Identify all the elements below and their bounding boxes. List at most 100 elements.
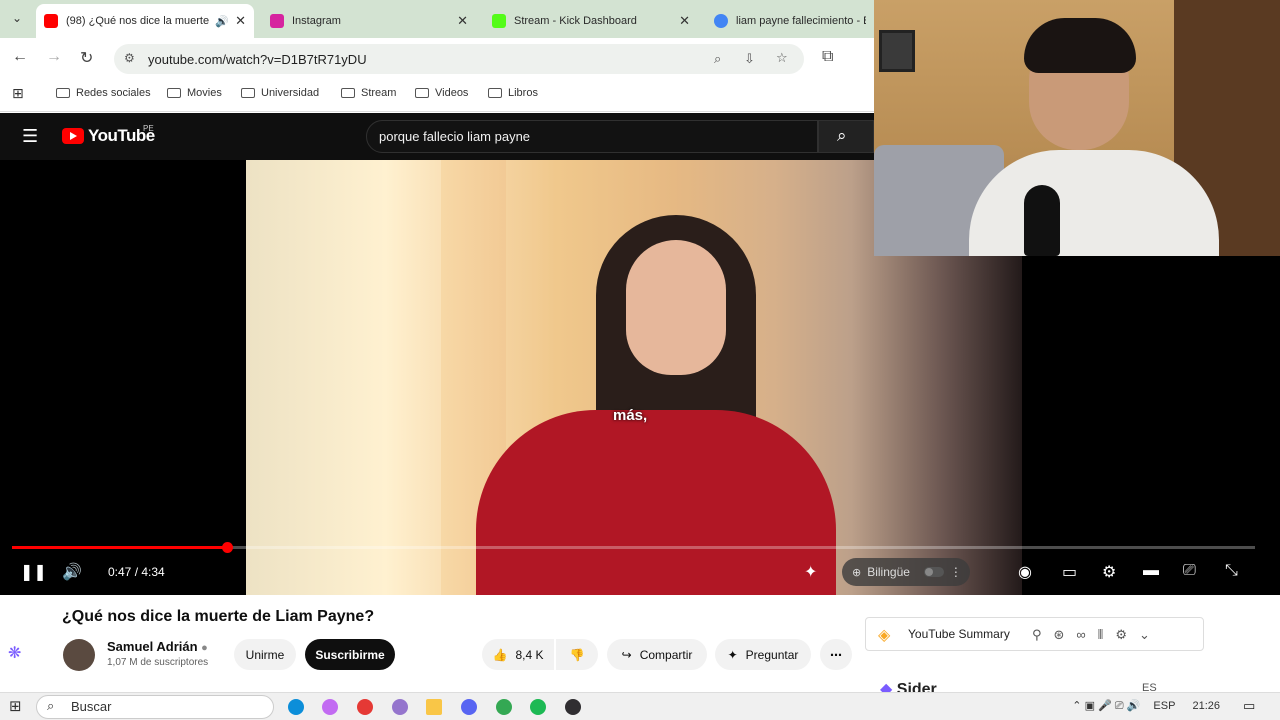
theater-icon[interactable]: ▬ xyxy=(1143,562,1159,580)
progress-scrubber[interactable] xyxy=(222,542,234,553)
subscribe-button[interactable]: Suscribirme xyxy=(305,639,395,670)
thumbs-up-icon: 👍 xyxy=(492,647,508,662)
tray-icons[interactable]: ⌃ ▣ 🎤 ⎚ 🔊 xyxy=(1072,700,1140,712)
close-tab-icon[interactable]: ✕ xyxy=(235,13,246,29)
video-title: ¿Qué nos dice la muerte de Liam Payne? xyxy=(62,608,375,625)
forward-icon[interactable]: → xyxy=(46,48,62,66)
edge-icon[interactable] xyxy=(288,699,304,715)
volume-icon[interactable]: 🔊 xyxy=(62,562,82,582)
tab-title: liam payne fallecimiento - B xyxy=(736,15,866,27)
copilot-icon[interactable] xyxy=(322,699,338,715)
tab-kick[interactable]: Stream - Kick Dashboard ✕ xyxy=(484,4,698,38)
bookmark-label: Movies xyxy=(187,87,222,99)
back-icon[interactable]: ← xyxy=(12,48,28,66)
bookmark-libros[interactable]: Libros xyxy=(488,87,538,99)
share-button[interactable]: ↪ Compartir xyxy=(607,639,707,670)
progress-bar[interactable] xyxy=(12,542,1255,553)
summary-tools-icons[interactable]: ⚲⊛∞⦀⚙⌄ xyxy=(1032,627,1162,643)
close-tab-icon[interactable]: ✕ xyxy=(457,13,468,29)
settings-icon[interactable]: ⚙ xyxy=(1102,562,1116,582)
more-actions-button[interactable]: ⋯ xyxy=(820,639,852,670)
discord-icon[interactable] xyxy=(461,699,477,715)
bookmark-redes-sociales[interactable]: Redes sociales xyxy=(56,87,151,99)
dislike-button[interactable]: 👎 xyxy=(556,639,598,670)
join-button[interactable]: Unirme xyxy=(234,639,296,670)
site-settings-icon[interactable]: ⚙ xyxy=(124,51,135,65)
app-icon[interactable] xyxy=(392,699,408,715)
install-icon[interactable]: ⇩ xyxy=(744,51,755,67)
folder-icon xyxy=(167,88,181,98)
video-caption: más, xyxy=(613,407,648,424)
tab-instagram[interactable]: Instagram ✕ xyxy=(262,4,476,38)
share-icon: ↪ xyxy=(621,647,632,662)
cast-icon[interactable]: ⎚ xyxy=(1183,562,1196,580)
bookmark-movies[interactable]: Movies xyxy=(167,87,222,99)
bookmark-universidad[interactable]: Universidad xyxy=(241,87,319,99)
bookmark-label: Videos xyxy=(435,87,469,99)
bookmark-videos[interactable]: Videos xyxy=(415,87,468,99)
close-tab-icon[interactable]: ✕ xyxy=(679,13,690,29)
bookmark-stream[interactable]: Stream xyxy=(341,87,396,99)
notification-icon[interactable]: ▭ xyxy=(1243,698,1255,714)
chrome-icon[interactable] xyxy=(357,699,373,715)
brain-extension-icon[interactable]: ❋ xyxy=(8,643,21,663)
bilingual-toggle[interactable]: ⊕ Bilingüe ⋮ xyxy=(842,558,970,586)
file-explorer-icon[interactable] xyxy=(426,699,442,715)
more-icon[interactable]: ⋮ xyxy=(950,565,962,579)
webcam-overlay xyxy=(874,0,1280,256)
youtube-summary-panel[interactable]: ◈ YouTube Summary ⚲⊛∞⦀⚙⌄ xyxy=(865,617,1204,651)
time-display: 0:47 / 4:34 xyxy=(108,565,165,579)
autoplay-icon[interactable]: ◉ xyxy=(1018,562,1032,582)
share-label: Compartir xyxy=(639,647,693,662)
region-label: PE xyxy=(143,124,154,133)
subtitles-icon[interactable]: ▭ xyxy=(1062,562,1077,582)
tab-title: Instagram xyxy=(292,15,341,27)
tray-language[interactable]: ESP xyxy=(1153,700,1175,712)
extensions-icon[interactable]: ⧉ xyxy=(822,48,833,66)
youtube-header: ☰ YouTube PE porque fallecio liam payne … xyxy=(0,113,874,160)
tab-search-icon[interactable]: ⌄ xyxy=(12,11,22,25)
youtube-favicon-icon xyxy=(44,14,58,28)
like-button[interactable]: 👍 8,4 K xyxy=(482,639,554,670)
bilingual-label: Bilingüe xyxy=(867,565,910,579)
toggle-switch[interactable] xyxy=(923,567,944,577)
bookmark-star-icon[interactable]: ☆ xyxy=(776,50,788,66)
speaker-icon[interactable]: 🔊 xyxy=(215,15,229,28)
spotify-icon[interactable] xyxy=(530,699,546,715)
channel-avatar[interactable] xyxy=(63,639,95,671)
folder-icon xyxy=(341,88,355,98)
video-info: ❋ ¿Qué nos dice la muerte de Liam Payne?… xyxy=(0,595,1280,698)
search-icon: ⌕ xyxy=(837,126,847,145)
pause-icon[interactable]: ❚❚ xyxy=(20,562,47,582)
taskbar-search-placeholder: Buscar xyxy=(71,699,112,714)
webcam-microphone xyxy=(1024,185,1060,256)
search-input[interactable]: porque fallecio liam payne xyxy=(366,120,818,153)
fullscreen-icon[interactable]: ⤡ xyxy=(1225,562,1238,580)
globe-icon: ⊕ xyxy=(852,566,862,579)
search-button[interactable]: ⌕ xyxy=(818,120,874,153)
apps-icon[interactable]: ⊞ xyxy=(12,85,24,102)
tray-clock[interactable]: 21:26 xyxy=(1192,700,1220,712)
tab-google[interactable]: liam payne fallecimiento - B xyxy=(706,4,874,38)
ask-label: Preguntar xyxy=(745,647,799,662)
thumbs-down-icon: 👎 xyxy=(569,647,585,662)
zoom-icon[interactable]: ⌕ xyxy=(714,51,721,67)
windows-start-icon[interactable]: ⊞ xyxy=(9,697,22,715)
obs-icon[interactable] xyxy=(565,699,581,715)
chrome-active-icon[interactable] xyxy=(496,699,512,715)
webcam-picture-frame xyxy=(879,30,915,72)
ask-button[interactable]: ✦ Preguntar xyxy=(715,639,811,670)
tab-title: Stream - Kick Dashboard xyxy=(514,15,637,27)
tab-strip: ⌄ (98) ¿Qué nos dice la muerte 🔊 ✕ Insta… xyxy=(0,0,874,38)
sparkle-icon[interactable]: ✦ xyxy=(804,562,817,582)
windows-taskbar: ⊞ ⌕ Buscar ⌃ ▣ 🎤 ⎚ 🔊 ESP 21:26 ▭ xyxy=(0,692,1280,720)
tab-youtube[interactable]: (98) ¿Qué nos dice la muerte 🔊 ✕ xyxy=(36,4,254,38)
taskbar-search-input[interactable]: ⌕ Buscar xyxy=(36,695,274,719)
channel-name[interactable]: Samuel Adrián ● xyxy=(107,639,208,654)
folder-icon xyxy=(488,88,502,98)
subscriber-count: 1,07 M de suscriptores xyxy=(107,657,209,668)
menu-icon[interactable]: ☰ xyxy=(22,126,38,147)
youtube-logo-icon[interactable] xyxy=(62,128,84,144)
reload-icon[interactable]: ↻ xyxy=(80,48,93,68)
address-bar[interactable]: ⚙ youtube.com/watch?v=D1B7tR71yDU ⌕ ⇩ ☆ xyxy=(114,44,804,74)
